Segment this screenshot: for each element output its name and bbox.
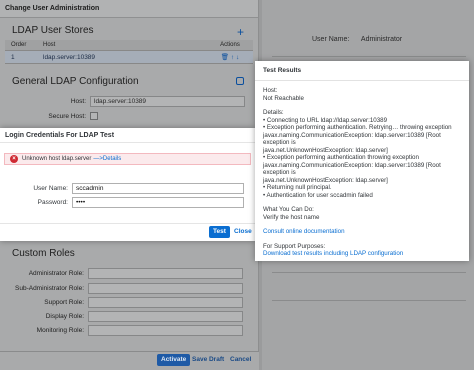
role-input[interactable] xyxy=(88,268,243,279)
login-title: Login Credentials For LDAP Test xyxy=(0,128,255,143)
details-line: java.net.UnknownHostException: ldap.serv… xyxy=(263,146,388,154)
error-message-strip: × Unknown host ldap.server —>Details xyxy=(4,153,251,165)
move-up-icon[interactable]: ↑ xyxy=(231,54,234,61)
row-actions: 🗑 ↑ ↓ xyxy=(207,51,253,63)
host-row: Host: ldap.server:10389 xyxy=(10,96,245,107)
role-row: Display Role: xyxy=(2,311,243,322)
role-row: Sub-Administrator Role: xyxy=(2,283,243,294)
login-credentials-popup: Login Credentials For LDAP Test × Unknow… xyxy=(0,128,255,241)
login-password-row: Password: •••• xyxy=(10,197,244,208)
download-results-link[interactable]: Download test results including LDAP con… xyxy=(263,250,463,258)
role-input[interactable] xyxy=(88,297,243,308)
delete-icon[interactable]: 🗑 xyxy=(221,54,229,61)
general-ldap-title: General LDAP Configuration xyxy=(12,76,139,87)
row-host: ldap.server:10389 xyxy=(43,54,96,61)
details-line: javax.naming.CommunicationException: lda… xyxy=(263,131,441,147)
role-input[interactable] xyxy=(88,283,243,294)
role-row: Support Role: xyxy=(2,297,243,308)
details-line: • Returning null principal. xyxy=(263,184,332,191)
role-label: Display Role: xyxy=(45,313,84,320)
role-label: Monitoring Role: xyxy=(36,327,84,334)
divider xyxy=(272,300,466,301)
host-input[interactable]: ldap.server:10389 xyxy=(90,96,245,107)
col-host: Host xyxy=(43,42,56,48)
password-input[interactable]: •••• xyxy=(72,197,244,208)
details-label: Details: xyxy=(263,109,284,116)
details-line: • Exception performing authentication. R… xyxy=(263,124,452,131)
details-line: java.net.UnknownHostException: ldap.serv… xyxy=(263,176,388,184)
host-status-value: Not Reachable xyxy=(263,94,304,102)
details-link[interactable]: —>Details xyxy=(93,156,121,162)
divider xyxy=(272,272,466,273)
what-label: What You Can Do: xyxy=(263,206,314,213)
login-password-label: Password: xyxy=(37,199,68,206)
results-body: Host: Not Reachable Details: • Connectin… xyxy=(263,87,463,258)
role-input[interactable] xyxy=(88,311,243,322)
table-header: Order Host Actions xyxy=(5,40,253,51)
settings-icon[interactable] xyxy=(236,77,244,85)
table-row[interactable]: 1 ldap.server:10389 🗑 ↑ ↓ xyxy=(5,51,253,64)
row-order: 1 xyxy=(11,54,15,61)
host-label: Host: xyxy=(70,98,86,105)
background-user-row: User Name: Administrator xyxy=(312,36,412,43)
role-row: Administrator Role: xyxy=(2,268,243,279)
dialog-title: Change User Administration xyxy=(0,0,258,18)
consult-docs-link[interactable]: Consult online documentation xyxy=(263,228,463,236)
results-title: Test Results xyxy=(255,61,469,81)
cancel-button[interactable]: Cancel xyxy=(230,354,251,366)
login-user-row: User Name: xyxy=(10,183,244,194)
details-line: javax.naming.CommunicationException: lda… xyxy=(263,161,441,177)
role-label: Administrator Role: xyxy=(28,270,84,277)
close-button[interactable]: Close xyxy=(234,226,252,238)
col-order: Order xyxy=(11,42,27,48)
col-actions: Actions xyxy=(220,42,240,48)
role-label: Sub-Administrator Role: xyxy=(15,285,84,292)
role-input[interactable] xyxy=(88,325,243,336)
secure-host-label: Secure Host: xyxy=(48,112,86,120)
divider xyxy=(272,56,466,57)
test-button[interactable]: Test xyxy=(209,226,230,238)
ldap-stores-table: Order Host Actions 1 ldap.server:10389 🗑… xyxy=(5,40,253,64)
host-status-label: Host: xyxy=(263,87,278,94)
role-label: Support Role: xyxy=(44,299,84,306)
details-line: • Exception performing authentication th… xyxy=(263,154,419,161)
background-user-label: User Name: xyxy=(312,36,350,43)
user-name-input[interactable] xyxy=(72,183,244,194)
secure-host-checkbox[interactable] xyxy=(90,112,98,120)
save-draft-button[interactable]: Save Draft xyxy=(192,354,224,366)
custom-roles-title: Custom Roles xyxy=(12,248,75,259)
activate-button[interactable]: Activate xyxy=(157,354,191,366)
details-line: • Authentication for user sccadmin faile… xyxy=(263,191,373,199)
error-text: Unknown host ldap.server xyxy=(22,156,92,162)
background-user-value: Administrator xyxy=(360,36,403,43)
secure-host-row: Secure Host: xyxy=(10,112,98,120)
move-down-icon[interactable]: ↓ xyxy=(236,54,239,61)
error-icon: × xyxy=(10,155,18,163)
ldap-stores-title: LDAP User Stores xyxy=(12,25,94,36)
what-value: Verify the host name xyxy=(263,213,320,221)
role-row: Monitoring Role: xyxy=(2,325,243,336)
login-user-label: User Name: xyxy=(33,185,68,192)
add-store-icon[interactable]: + xyxy=(237,26,244,38)
details-line: • Connecting to URL ldap://ldap.server:1… xyxy=(263,116,388,124)
test-results-popover: Test Results Host: Not Reachable Details… xyxy=(255,61,469,261)
support-label: For Support Purposes: xyxy=(263,242,326,250)
